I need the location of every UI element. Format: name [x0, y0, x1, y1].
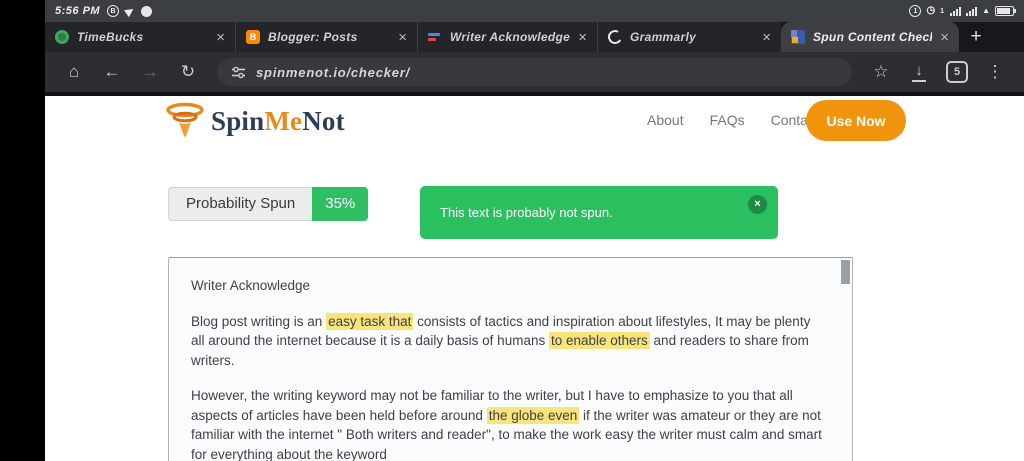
- nav-link-faqs[interactable]: FAQs: [710, 112, 745, 128]
- logo-wordmark: SpinMeNot: [211, 105, 345, 136]
- spinmenot-logo-icon: [166, 102, 204, 137]
- tab-count: 5: [946, 61, 968, 83]
- site-nav: About FAQs Contact: [647, 112, 819, 128]
- bookmark-star-icon[interactable]: ☆: [864, 55, 898, 89]
- circled-b-notification-icon: B: [107, 5, 120, 17]
- site-settings-icon[interactable]: [231, 65, 246, 80]
- text-segment: Blog post writing is an: [191, 313, 327, 329]
- status-bar: 5:56 PM B ▶ 1 ◷ 1 ▲: [45, 0, 1024, 22]
- grammarly-favicon: [606, 28, 624, 46]
- alert-close-icon[interactable]: ×: [748, 195, 767, 214]
- spinmenot-favicon: [791, 30, 805, 44]
- battery-icon: [995, 6, 1016, 16]
- forward-button[interactable]: →: [133, 55, 167, 89]
- alarm-icon: ◷: [926, 5, 936, 16]
- tab-strip: TimeBucks × B Blogger: Posts × Writer Ac…: [45, 22, 1024, 52]
- sim2-signal-icon: [966, 6, 978, 16]
- site-logo[interactable]: SpinMeNot: [165, 102, 345, 140]
- omnibox[interactable]: spinmenot.io/checker/: [217, 58, 852, 86]
- close-tab-icon[interactable]: ×: [762, 30, 771, 45]
- network-triangle-icon: ▲: [982, 6, 990, 15]
- tab-switcher-button[interactable]: 5: [940, 55, 974, 89]
- messenger-notification-icon: [140, 5, 152, 17]
- close-tab-icon[interactable]: ×: [578, 30, 587, 45]
- highlighted-segment: to enable others: [548, 332, 650, 349]
- tab-grammarly[interactable]: Grammarly ×: [597, 22, 781, 52]
- close-tab-icon[interactable]: ×: [398, 30, 407, 45]
- tab-label: Grammarly: [630, 30, 697, 44]
- data-saver-icon: 1: [909, 5, 922, 17]
- result-alert: This text is probably not spun. ×: [420, 186, 778, 239]
- sim1-signal-icon: [950, 6, 962, 16]
- status-bar-left: 5:56 PM B ▶: [55, 4, 152, 18]
- tab-label: Spun Content Checker: [813, 30, 932, 44]
- webpage: SpinMeNot About FAQs Contact Use Now Pro…: [45, 92, 1024, 461]
- download-icon[interactable]: ↓: [902, 55, 936, 89]
- editor-scrollbar-thumb[interactable]: [841, 260, 850, 284]
- tab-blogger[interactable]: B Blogger: Posts ×: [235, 22, 417, 52]
- nav-link-about[interactable]: About: [647, 112, 684, 128]
- close-tab-icon[interactable]: ×: [216, 30, 225, 45]
- menu-kebab-icon[interactable]: ⋮: [978, 55, 1012, 89]
- reload-button[interactable]: ↻: [171, 55, 205, 89]
- probability-result: Probability Spun 35%: [168, 187, 369, 221]
- tab-timebucks[interactable]: TimeBucks ×: [45, 22, 235, 52]
- home-button[interactable]: ⌂: [57, 55, 91, 89]
- tab-label: Writer Acknowledge Th: [450, 30, 571, 44]
- editor-paragraph-2: However, the writing keyword may not be …: [191, 386, 826, 461]
- timebucks-favicon: [55, 30, 69, 44]
- sim1-number: 1: [940, 7, 945, 15]
- tab-writer-acknowledge[interactable]: Writer Acknowledge Th ×: [417, 22, 597, 52]
- highlighted-segment: the globe even: [486, 406, 580, 424]
- clock-time: 5:56 PM: [55, 5, 101, 17]
- content-textarea[interactable]: Writer Acknowledge Blog post writing is …: [168, 257, 853, 461]
- browser-toolbar: ⌂ ← → ↻ spinmenot.io/checker/ ☆ ↓ 5 ⋮: [45, 52, 1024, 92]
- send-notification-icon: ▶: [123, 4, 137, 18]
- use-now-button[interactable]: Use Now: [806, 100, 906, 141]
- probability-label: Probability Spun: [168, 187, 313, 221]
- editor-line-title: Writer Acknowledge: [191, 278, 311, 293]
- alert-message: This text is probably not spun.: [440, 205, 613, 220]
- probability-value-badge: 35%: [312, 187, 369, 221]
- status-bar-right: 1 ◷ 1 ▲: [909, 5, 1016, 17]
- url-text[interactable]: spinmenot.io/checker/: [256, 65, 410, 80]
- tab-label: TimeBucks: [77, 30, 144, 44]
- editor-paragraph-1: Blog post writing is an easy task that c…: [191, 312, 826, 371]
- blogger-favicon: B: [246, 30, 260, 44]
- document-favicon: [428, 30, 442, 44]
- highlighted-segment: easy task that: [326, 312, 414, 330]
- tab-label: Blogger: Posts: [268, 30, 358, 44]
- tab-spun-content-checker-active[interactable]: Spun Content Checker ×: [781, 22, 959, 52]
- back-button[interactable]: ←: [95, 55, 129, 89]
- device-screen: 5:56 PM B ▶ 1 ◷ 1 ▲ TimeBucks × B Blogge…: [0, 0, 1024, 461]
- close-tab-icon[interactable]: ×: [940, 30, 949, 45]
- new-tab-button[interactable]: +: [959, 22, 993, 52]
